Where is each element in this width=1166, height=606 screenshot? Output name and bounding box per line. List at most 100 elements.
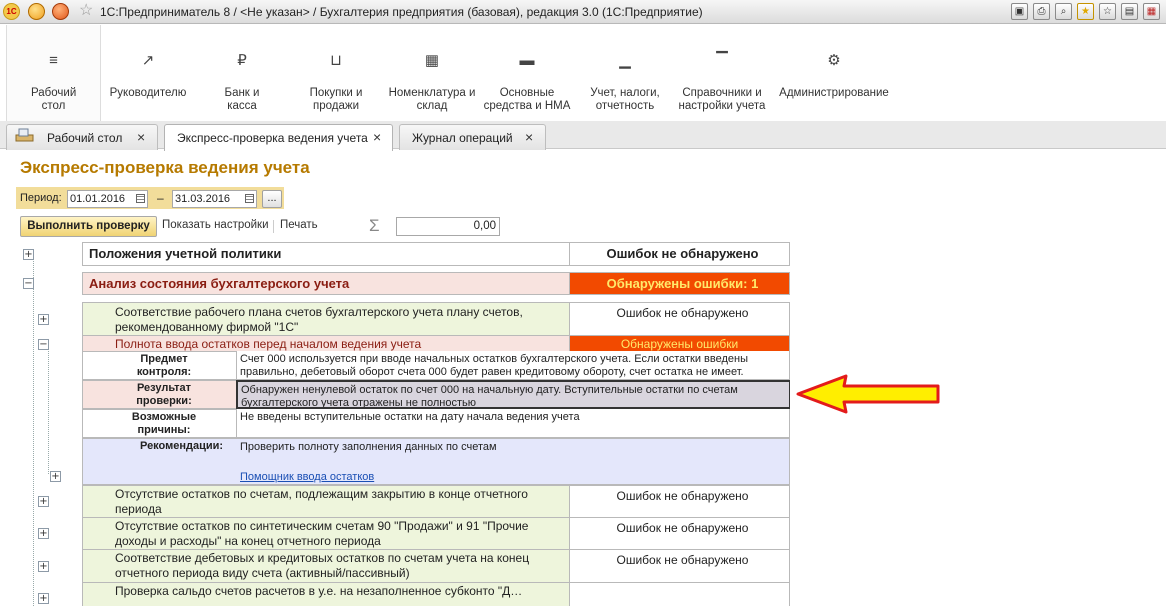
recommend-text: Проверить полноту заполнения данных по с… [240, 441, 497, 453]
total-field[interactable]: 0,00 [396, 217, 500, 236]
group-status: Ошибок не обнаружено [569, 242, 790, 266]
tree-line [33, 254, 34, 606]
ruble-icon: ₽ [237, 52, 247, 69]
section-desktop[interactable]: ≡ Рабочий стол [6, 25, 101, 121]
favorites-icon[interactable]: ☆ [1099, 3, 1116, 20]
open-windows-tabs: Рабочий стол × Экспресс-проверка ведения… [0, 121, 1166, 151]
section-bank[interactable]: ₽ Банк и касса [202, 25, 282, 121]
tab-label: Журнал операций [412, 131, 513, 145]
star-icon[interactable]: ★ [1077, 3, 1094, 20]
toolbar-separator [273, 220, 274, 233]
book-icon: ▔ [716, 52, 728, 69]
subject-text: Счет 000 используется при вводе начальны… [236, 351, 790, 380]
search-icon[interactable]: ⌕ [1055, 3, 1072, 20]
expand-icon[interactable]: + [38, 496, 49, 507]
date-to-field[interactable]: 31.03.2016 [172, 190, 257, 208]
desktop-icon [15, 128, 34, 142]
group-title: Анализ состояния бухгалтерского учета [82, 272, 570, 295]
check-title: Отсутствие остатков по синтетическим сче… [82, 517, 570, 550]
dropdown-menu-icon[interactable] [28, 3, 45, 20]
page-title: Экспресс-проверка ведения учета [20, 158, 310, 177]
section-administration[interactable]: ⚙ Администрирование [778, 25, 890, 121]
cart-icon: ⊔ [330, 52, 342, 69]
titlebar-toolbar: ▣ ⎙ ⌕ ★ ☆ ▤ ▦ [1011, 3, 1160, 20]
check-title: Полнота ввода остатков перед началом вед… [82, 335, 570, 352]
helper-link[interactable]: Помощник ввода остатков [240, 471, 374, 483]
close-icon[interactable]: × [137, 129, 145, 145]
print-button[interactable]: Печать [280, 219, 318, 231]
section-taxes[interactable]: ▁ Учет, налоги, отчетность [584, 25, 666, 121]
section-label: Номенклатура и склад [388, 87, 476, 112]
expand-icon[interactable]: + [50, 471, 61, 482]
section-label: Рабочий стол [31, 87, 77, 112]
check-title: Проверка сальдо счетов расчетов в у.е. н… [82, 582, 570, 606]
result-label: Результат проверки: [136, 382, 192, 407]
tree-line [48, 346, 49, 474]
tab-desktop[interactable]: Рабочий стол × [6, 124, 158, 150]
check-status [569, 582, 790, 606]
section-fixed-assets[interactable]: ▬ Основные средства и НМА [482, 25, 572, 121]
reasons-text: Не введены вступительные остатки на дату… [236, 409, 790, 438]
section-label: Руководителю [109, 87, 187, 99]
calculator-icon[interactable]: ▤ [1121, 3, 1138, 20]
date-from-value: 01.01.2016 [70, 193, 126, 205]
collapse-icon[interactable]: − [38, 339, 49, 350]
section-references[interactable]: ▔ Справочники и настройки учета [674, 25, 770, 121]
gear-icon: ⚙ [827, 52, 841, 69]
calendar-icon[interactable] [245, 194, 254, 203]
check-status: Ошибок не обнаружено [569, 549, 790, 583]
sum-icon[interactable]: Σ [369, 216, 380, 236]
report-icon: ▁ [619, 52, 631, 69]
assets-icon: ▬ [519, 52, 535, 69]
section-label: Банк и касса [224, 87, 260, 112]
chart-trend-icon: ↗ [141, 52, 155, 69]
section-label: Администрирование [779, 87, 889, 99]
close-icon[interactable]: × [373, 129, 381, 145]
section-label: Покупки и продажи [309, 87, 363, 112]
check-status: Ошибок не обнаружено [569, 517, 790, 550]
group-title: Положения учетной политики [82, 242, 570, 266]
expand-icon[interactable]: + [38, 528, 49, 539]
save-icon[interactable]: ▣ [1011, 3, 1028, 20]
tab-express-check[interactable]: Экспресс-проверка ведения учета × [164, 124, 393, 151]
expand-icon[interactable]: + [38, 561, 49, 572]
arrow-annotation-icon [796, 374, 940, 414]
home-icon[interactable] [52, 3, 69, 20]
close-icon[interactable]: × [525, 129, 533, 145]
result-text[interactable]: Обнаружен ненулевой остаток по счет 000 … [236, 380, 790, 409]
select-period-button[interactable]: ... [262, 190, 282, 208]
date-from-field[interactable]: 01.01.2016 [67, 190, 148, 208]
check-status: Ошибок не обнаружено [569, 302, 790, 336]
subject-label: Предмет контроля: [136, 353, 192, 378]
section-manager[interactable]: ↗ Руководителю [102, 25, 194, 121]
tab-journal[interactable]: Журнал операций × [399, 124, 546, 150]
date-to-value: 31.03.2016 [175, 193, 231, 205]
expand-icon[interactable]: + [38, 314, 49, 325]
recommend-label: Рекомендации: [140, 440, 224, 452]
check-status: Обнаружены ошибки [569, 335, 790, 352]
section-label: Основные средства и НМА [483, 87, 571, 112]
check-status: Ошибок не обнаружено [569, 485, 790, 518]
print-icon[interactable]: ⎙ [1033, 3, 1050, 20]
check-title: Отсутствие остатков по счетам, подлежащи… [82, 485, 570, 518]
app-logo-icon: 1С [3, 3, 20, 20]
collapse-icon[interactable]: − [23, 278, 34, 289]
period-dash: – [157, 191, 164, 205]
expand-icon[interactable]: + [23, 249, 34, 260]
group-status: Обнаружены ошибки: 1 [569, 272, 790, 295]
grid-icon: ▦ [424, 52, 440, 69]
menu-icon: ≡ [49, 52, 58, 69]
calendar-icon[interactable]: ▦ [1143, 3, 1160, 20]
sections-panel: ≡ Рабочий стол ↗ Руководителю ₽ Банк и к… [0, 25, 1166, 121]
calendar-icon[interactable] [136, 194, 145, 203]
section-purchases-sales[interactable]: ⊔ Покупки и продажи [295, 25, 377, 121]
show-settings-button[interactable]: Показать настройки [162, 219, 269, 231]
section-label: Справочники и настройки учета [678, 87, 766, 112]
section-nomenclature[interactable]: ▦ Номенклатура и склад [388, 25, 476, 121]
run-check-button[interactable]: Выполнить проверку [20, 216, 157, 237]
tab-label: Экспресс-проверка ведения учета [177, 131, 368, 145]
section-label: Учет, налоги, отчетность [590, 87, 660, 112]
expand-icon[interactable]: + [38, 593, 49, 604]
window-titlebar: 1С ☆ 1С:Предприниматель 8 / <Не указан> … [0, 0, 1166, 24]
favorites-star-icon[interactable]: ☆ [79, 2, 93, 20]
